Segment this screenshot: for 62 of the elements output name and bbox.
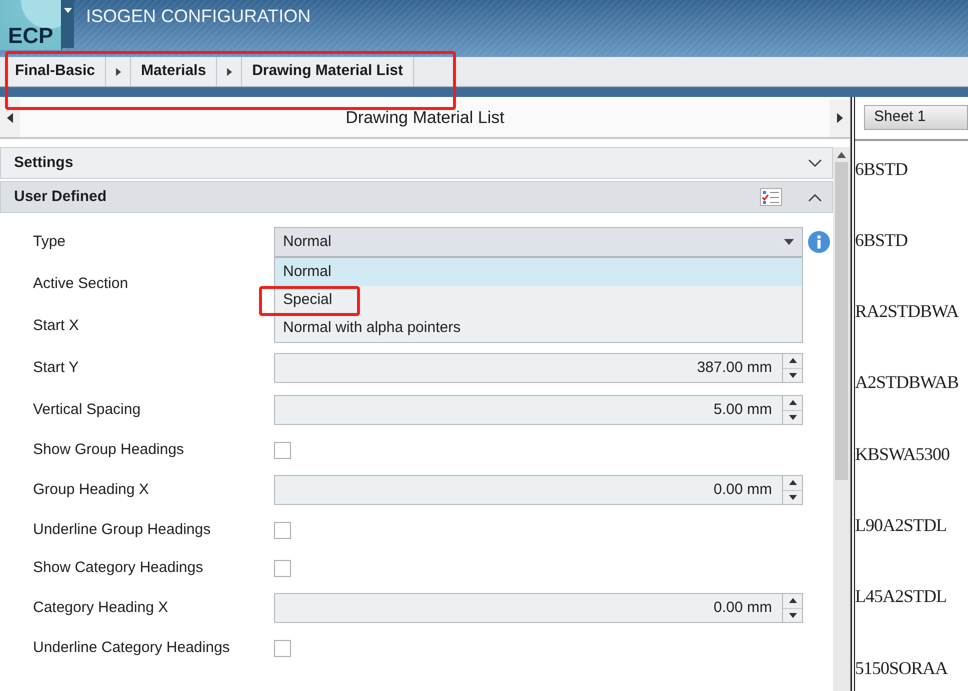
checkbox[interactable] [274, 640, 291, 656]
number-field[interactable]: 0.00 mm [274, 593, 782, 623]
drawing-text: 6BSTD [855, 230, 908, 250]
dropdown-option[interactable]: Normal [275, 258, 802, 286]
panel-title: Drawing Material List [346, 107, 504, 130]
drawing-text: L45A2STDL [855, 586, 946, 606]
spin-down-icon[interactable] [788, 612, 796, 618]
section-header[interactable]: Settings [0, 147, 833, 179]
number-field[interactable]: 387.00 mm [274, 353, 782, 383]
dropdown-option[interactable]: Special [275, 286, 802, 314]
field-label: Type [33, 232, 67, 252]
app-logo[interactable]: ECP [0, 0, 62, 50]
field-label: Start X [33, 316, 80, 336]
section-header[interactable]: User Defined [0, 181, 833, 213]
drawing-text: A2STDBWAB [855, 372, 959, 392]
scroll-up-icon[interactable] [837, 152, 846, 158]
field-label: Show Group Headings [33, 440, 185, 460]
caret-right-icon [837, 113, 843, 123]
drawing-text: RA2STDBWA [855, 301, 959, 322]
checklist-icon[interactable] [760, 188, 782, 206]
caret-icon[interactable] [64, 8, 72, 13]
vertical-scrollbar[interactable] [833, 147, 850, 691]
caret-right-icon [226, 68, 232, 76]
drawing-text: KBSWA5300 [855, 444, 950, 464]
spin-up-icon[interactable] [788, 480, 796, 486]
spin-down-icon[interactable] [788, 494, 796, 500]
field-label: Start Y [33, 358, 80, 378]
dropdown-field[interactable]: Normal [274, 227, 803, 257]
sheet-selector[interactable]: Sheet 1 [864, 105, 968, 130]
field-label: Show Category Headings [33, 558, 204, 578]
spin-up-icon[interactable] [788, 598, 796, 604]
field-label: Vertical Spacing [33, 400, 142, 420]
checkbox[interactable] [274, 522, 291, 538]
spin-up-icon[interactable] [788, 400, 796, 406]
number-field[interactable]: 0.00 mm [274, 475, 782, 505]
scroll-left-button[interactable] [0, 99, 20, 137]
drawing-text: 5150SORAA [855, 658, 948, 678]
field-label: Underline Category Headings [33, 638, 231, 658]
chevron-down-icon[interactable] [808, 158, 822, 168]
drawing-text: L90A2STDL [855, 514, 946, 535]
section-title: User Defined [14, 186, 108, 207]
dropdown-option[interactable]: Normal with alpha pointers [275, 314, 802, 342]
number-field[interactable]: 5.00 mm [274, 395, 782, 425]
spin-down-icon[interactable] [788, 372, 796, 378]
caret-left-icon [7, 113, 13, 123]
field-label: Category Heading X [33, 598, 170, 618]
info-icon[interactable] [808, 231, 830, 253]
checkbox[interactable] [274, 560, 291, 576]
field-label: Underline Group Headings [33, 520, 212, 540]
spin-up-icon[interactable] [788, 358, 796, 364]
checkbox[interactable] [274, 442, 291, 458]
section-title: Settings [14, 152, 74, 173]
caret-icon [784, 239, 794, 245]
scrollbar-thumb[interactable] [835, 162, 848, 480]
scroll-right-button[interactable] [830, 99, 850, 137]
drawing-text: 6BSTD [855, 158, 908, 178]
field-label: Active Section [33, 274, 130, 294]
spin-down-icon[interactable] [788, 414, 796, 420]
chevron-up-icon[interactable] [808, 192, 822, 202]
field-label: Group Heading X [33, 480, 150, 500]
window-title: ISOGEN CONFIGURATION [85, 5, 311, 28]
caret-right-icon [116, 68, 121, 76]
